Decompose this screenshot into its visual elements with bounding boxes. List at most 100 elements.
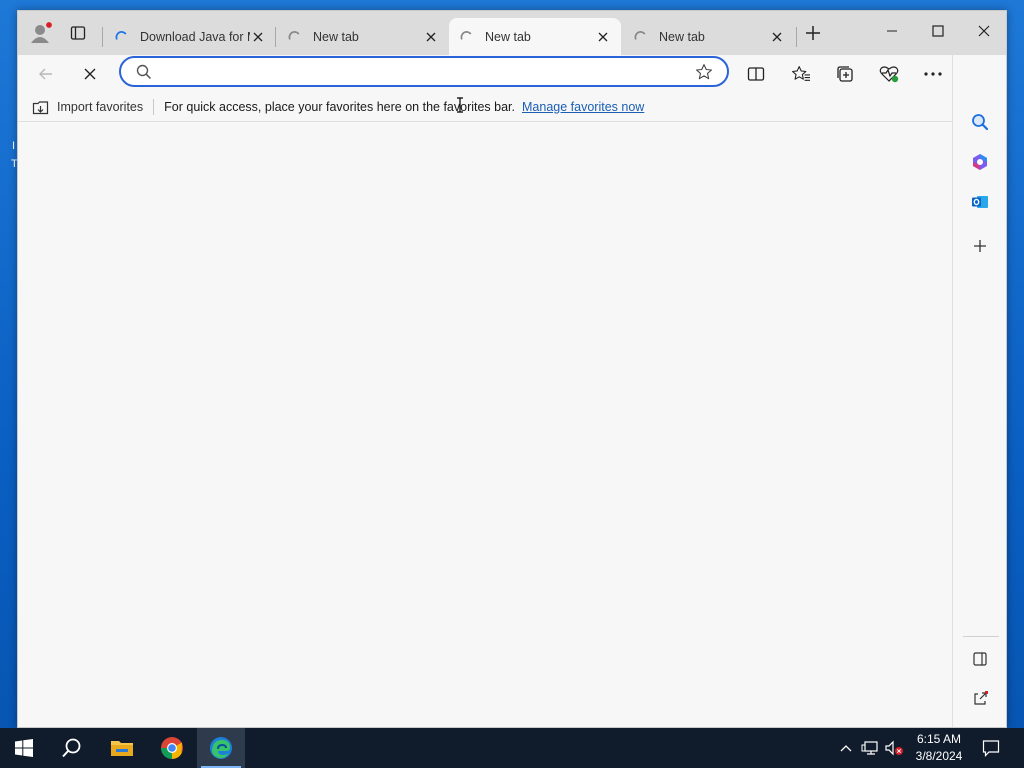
tab-new-tab-1[interactable]: New tab — [277, 18, 449, 55]
browser-essentials-button[interactable] — [874, 59, 904, 89]
sidebar-divider — [963, 636, 999, 637]
ibeam-cursor-icon — [457, 97, 463, 113]
loading-spinner-icon — [115, 30, 127, 40]
chevron-up-icon — [840, 745, 852, 752]
clock-time: 6:15 AM — [916, 732, 962, 746]
external-link-icon — [974, 691, 988, 705]
browser-essentials-icon — [879, 66, 899, 83]
folder-icon — [111, 741, 133, 756]
sidebar-search-button[interactable] — [965, 107, 995, 137]
tab-separator — [796, 27, 797, 47]
manage-favorites-link[interactable]: Manage favorites now — [522, 100, 644, 114]
tab-title: New tab — [659, 29, 705, 44]
search-icon — [972, 114, 989, 131]
volume-tray-button[interactable] — [884, 738, 904, 758]
desktop-icon-fragment: I — [12, 140, 16, 152]
close-tab-button[interactable] — [250, 29, 266, 45]
tab-title: Download Java for M — [140, 29, 250, 44]
settings-and-more-button[interactable] — [918, 59, 948, 89]
sidebar-office-button[interactable] — [965, 147, 995, 177]
stop-loading-icon — [84, 68, 96, 80]
back-arrow-icon — [39, 68, 52, 80]
sidebar-panel-icon — [973, 652, 987, 666]
add-favorite-button[interactable] — [689, 59, 719, 85]
maximize-button[interactable] — [915, 11, 961, 51]
chrome-icon — [161, 737, 183, 759]
close-icon — [772, 32, 782, 41]
address-input[interactable] — [160, 59, 689, 84]
maximize-icon — [932, 25, 944, 37]
close-icon — [426, 32, 436, 41]
favorites-bar: Import favorites For quick access, place… — [18, 93, 952, 122]
sidebar-hide-button[interactable] — [965, 644, 995, 674]
sidebar-settings-button[interactable] — [965, 720, 995, 727]
start-button[interactable] — [0, 728, 48, 768]
edge-sidebar — [952, 55, 1006, 727]
loading-spinner-icon — [634, 30, 646, 40]
minimize-icon — [887, 30, 897, 32]
windows-logo-icon — [15, 739, 33, 757]
file-explorer-button[interactable] — [98, 728, 146, 768]
close-tab-button[interactable] — [423, 29, 439, 45]
collections-icon — [837, 66, 853, 82]
plus-icon — [806, 26, 820, 40]
tab-separator — [275, 27, 276, 47]
split-screen-icon — [747, 67, 765, 81]
sidebar-external-link-button[interactable] — [965, 684, 995, 714]
taskbar-search-button[interactable] — [48, 728, 96, 768]
close-tab-button[interactable] — [769, 29, 785, 45]
favorites-separator — [153, 99, 155, 115]
profile-button[interactable] — [26, 18, 56, 48]
tab-title: New tab — [485, 29, 531, 44]
sidebar-add-button[interactable] — [965, 231, 995, 261]
favorites-button[interactable] — [786, 59, 816, 89]
navigation-toolbar — [18, 55, 1006, 93]
close-icon — [978, 25, 990, 37]
tab-download-java[interactable]: Download Java for M — [104, 18, 276, 55]
loading-spinner-icon — [288, 30, 300, 40]
action-center-button[interactable] — [981, 738, 1001, 758]
tab-strip: Download Java for M New tab New tab New … — [18, 11, 1006, 55]
sidebar-outlook-button[interactable] — [965, 187, 995, 217]
favorites-star-icon — [792, 66, 810, 81]
outlook-icon — [972, 196, 988, 208]
show-hidden-icons-button[interactable] — [836, 738, 856, 758]
taskbar-clock[interactable]: 6:15 AM 3/8/2024 — [908, 731, 970, 765]
collections-button[interactable] — [830, 59, 860, 89]
tab-actions-icon — [70, 26, 86, 40]
notification-icon — [982, 740, 1000, 757]
split-screen-button[interactable] — [741, 59, 771, 89]
text-cursor — [456, 97, 464, 116]
edge-icon — [210, 737, 232, 759]
close-tab-button[interactable] — [595, 29, 611, 45]
address-bar[interactable] — [119, 56, 729, 87]
network-tray-button[interactable] — [860, 738, 880, 758]
browser-window: Download Java for M New tab New tab New … — [17, 10, 1007, 728]
tab-title: New tab — [313, 29, 359, 44]
tab-new-tab-2-active[interactable]: New tab — [449, 18, 621, 55]
search-icon — [136, 64, 152, 79]
import-favorites-icon — [32, 100, 49, 114]
new-tab-button[interactable] — [798, 18, 828, 48]
tab-separator — [102, 27, 103, 47]
stop-loading-button[interactable] — [75, 59, 105, 89]
profile-icon — [31, 21, 53, 43]
import-favorites-button[interactable]: Import favorites — [32, 100, 143, 115]
chrome-button[interactable] — [148, 728, 196, 768]
close-window-button[interactable] — [961, 11, 1006, 51]
edge-taskbar-button[interactable] — [197, 728, 245, 768]
minimize-button[interactable] — [869, 11, 915, 51]
clock-date: 3/8/2024 — [915, 749, 963, 763]
more-icon — [924, 72, 942, 76]
close-icon — [598, 32, 608, 41]
back-button[interactable] — [31, 59, 61, 89]
tab-new-tab-3[interactable]: New tab — [623, 18, 795, 55]
star-outline-icon — [695, 63, 713, 79]
close-icon — [253, 32, 263, 41]
network-icon — [861, 741, 878, 755]
tab-actions-button[interactable] — [63, 18, 93, 48]
microsoft365-icon — [973, 154, 987, 170]
windows-taskbar: 6:15 AM 3/8/2024 — [0, 728, 1024, 768]
loading-spinner-icon — [460, 30, 472, 40]
page-content — [18, 122, 952, 727]
